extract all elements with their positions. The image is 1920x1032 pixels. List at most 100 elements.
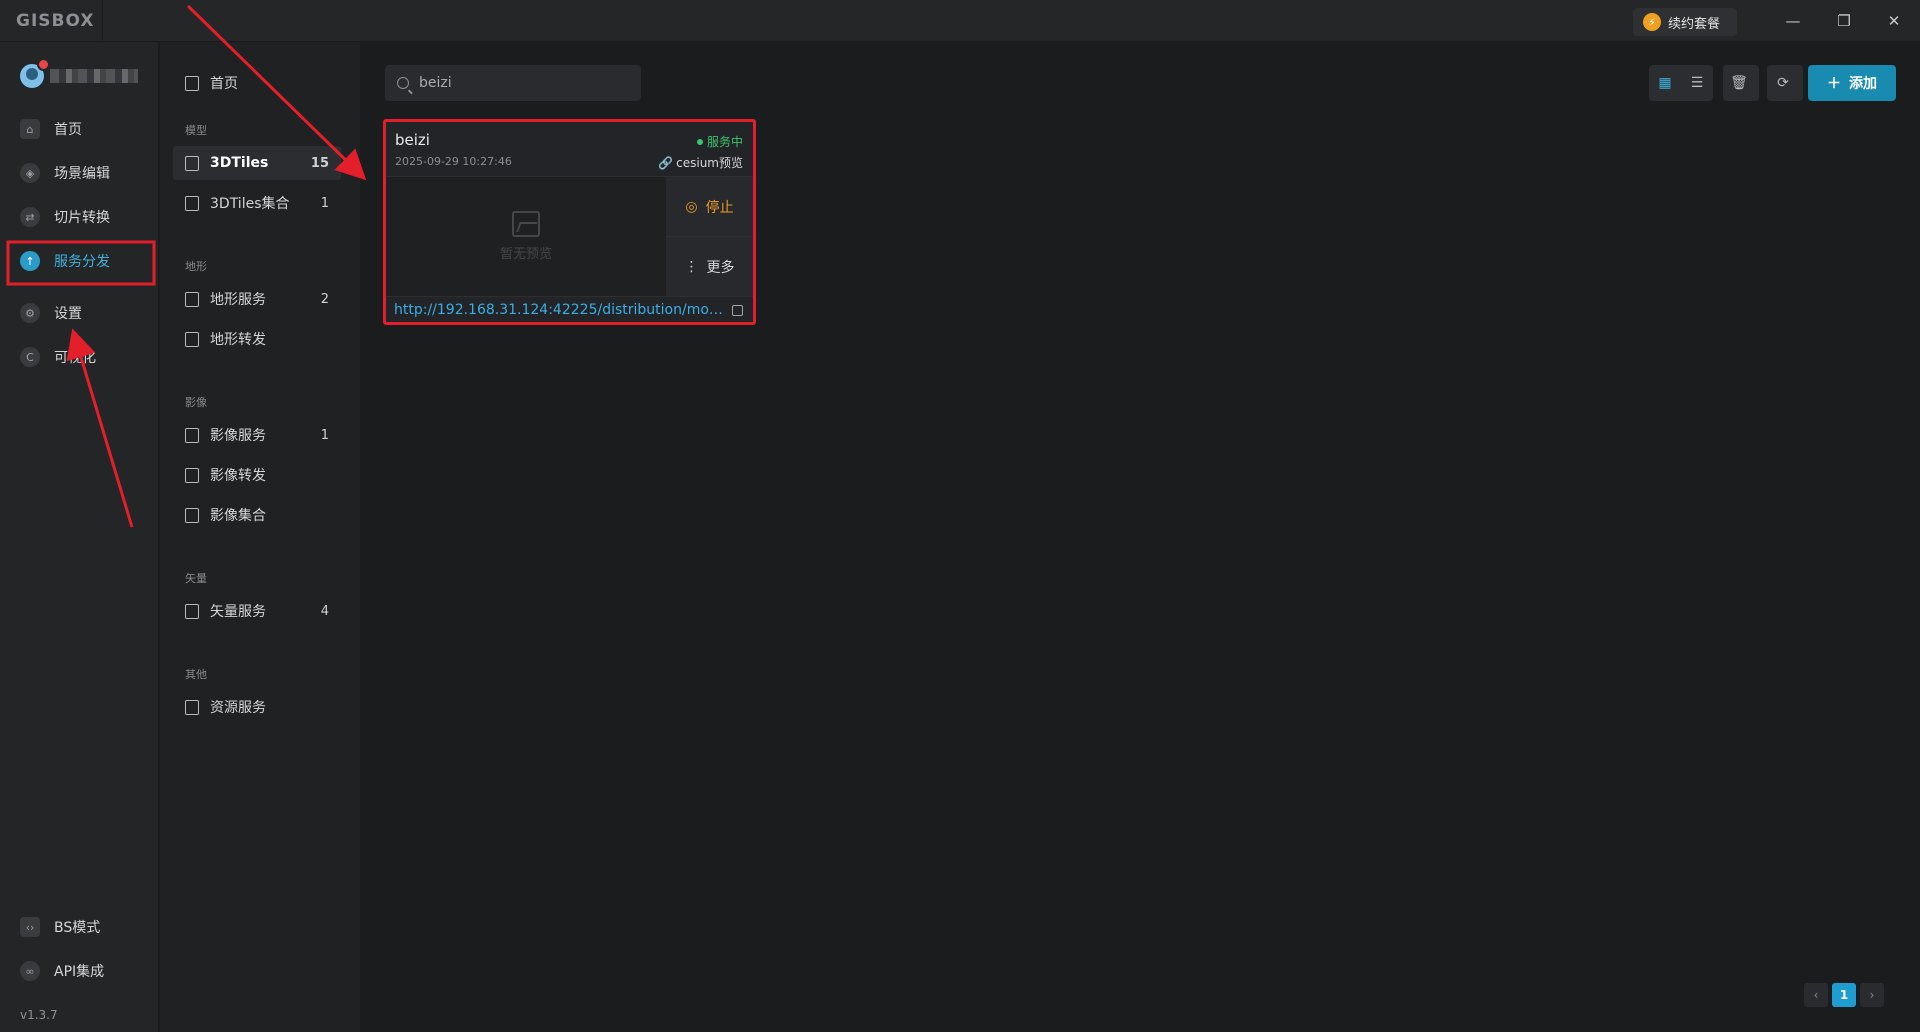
trash-icon: 🗑 [1730,75,1748,91]
avatar[interactable] [20,58,50,88]
cesium-preview-link[interactable]: 🔗 cesium预览 [658,154,743,171]
more-label: 更多 [706,260,735,276]
title-bar: GISBOX ⚡ 续约套餐 — ❐ ✕ [0,0,1920,42]
next-page-icon[interactable]: › [1860,983,1884,1007]
nav-item-label: API集成 [54,964,105,980]
link-icon: ∞ [20,961,40,981]
sub-item-imagery-forward[interactable]: 影像转发 [173,458,341,492]
card-title: beizi [395,131,430,149]
sub-item-label: 影像集合 [210,508,266,524]
sub-item-label: 地形转发 [210,332,266,348]
group-title-terrain: 地形 [185,260,207,273]
nav-item-label: 设置 [54,306,82,322]
sub-item-label: 矢量服务 [210,604,266,620]
refresh-button[interactable]: ⟳ [1767,65,1803,101]
link-icon: 🔗 [658,155,674,170]
nav-item-label: 场景编辑 [54,166,110,182]
app-logo: GISBOX [16,11,95,31]
view-toggle: ▦ ☰ [1649,65,1713,101]
sub-item-imagery-collection[interactable]: 影像集合 [173,498,341,532]
nav-item-label: 服务分发 [54,254,110,270]
nav-item-home[interactable]: ⌂ 首页 [20,114,82,144]
page-number[interactable]: 1 [1832,983,1856,1007]
restore-icon[interactable]: ❐ [1829,8,1859,34]
no-preview-text: 暂无预览 [499,247,552,262]
service-card[interactable]: beizi 服务中 2025-09-29 10:27:46 🔗 cesium预览… [383,119,756,325]
main-nav: ⌂ 首页 ◈ 场景编辑 ⇄ 切片转换 ↑ 服务分发 ⚙ 设置 C 可视化 ‹› … [0,42,159,1032]
stop-label: 停止 [705,199,734,216]
group-title-vector: 矢量 [185,572,207,585]
sub-item-resource-service[interactable]: 资源服务 [173,690,341,724]
nav-item-label: 首页 [54,122,82,138]
sub-item-terrain-forward[interactable]: 地形转发 [173,322,341,356]
home-icon: ⌂ [20,119,40,139]
list-view-icon[interactable]: ☰ [1681,65,1713,101]
prev-page-icon[interactable]: ‹ [1804,983,1828,1007]
renew-plan-button[interactable]: ⚡ 续约套餐 [1633,8,1737,36]
card-actions: ◎ 停止 ⋮ 更多 [666,176,753,296]
sub-item-label: 地形服务 [210,292,266,308]
user-profile[interactable] [20,58,138,88]
terrain-forward-icon [185,331,199,347]
search-input[interactable] [419,75,619,91]
sub-item-vector-service[interactable]: 矢量服务 4 [173,594,341,628]
resource-icon [185,699,199,715]
status-badge: 服务中 [696,133,743,150]
card-thumbnail: 暂无预览 [386,176,666,296]
logo-divider [102,0,103,42]
search-box[interactable] [385,65,641,101]
stop-icon: ◎ [685,198,698,215]
add-button[interactable]: ＋ 添加 [1808,65,1896,101]
imagery-collection-icon [185,507,199,523]
code-icon: ‹› [20,917,40,937]
copy-icon[interactable] [732,305,743,316]
item-count: 1 [320,427,329,443]
sub-item-label: 首页 [210,76,238,92]
delete-button[interactable]: 🗑 [1723,65,1759,101]
document-icon [185,195,199,211]
item-count: 4 [320,603,329,619]
status-text: 服务中 [706,135,743,149]
username-redacted [50,69,138,83]
sub-item-label: 影像转发 [210,468,266,484]
document-icon [185,155,199,171]
stop-button[interactable]: ◎ 停止 [666,177,753,237]
group-title-model: 模型 [185,124,207,137]
nav-item-settings[interactable]: ⚙ 设置 [20,298,82,328]
notification-badge [37,58,50,71]
nav-item-bs-mode[interactable]: ‹› BS模式 [20,912,100,942]
sub-item-3dtiles-collection[interactable]: 3DTiles集合 1 [173,186,341,220]
nav-item-tile-convert[interactable]: ⇄ 切片转换 [20,202,110,232]
item-count: 2 [320,291,329,307]
nav-item-scene-edit[interactable]: ◈ 场景编辑 [20,158,110,188]
vector-icon [185,603,199,619]
minimize-icon[interactable]: — [1778,8,1808,34]
image-placeholder-icon [512,211,540,237]
cube-icon: ◈ [20,163,40,183]
service-url-row: http://192.168.31.124:42225/distribution… [386,296,753,322]
sub-item-terrain-service[interactable]: 地形服务 2 [173,282,341,316]
more-button[interactable]: ⋮ 更多 [666,237,753,297]
nav-item-label: 可视化 [54,350,96,366]
more-icon: ⋮ [684,259,699,275]
imagery-forward-icon [185,467,199,483]
home-icon [185,75,199,91]
sub-item-label: 3DTiles [210,155,269,171]
group-title-other: 其他 [185,668,207,681]
item-count: 1 [320,195,329,211]
sub-item-3dtiles[interactable]: 3DTiles 15 [173,146,341,180]
service-url-link[interactable]: http://192.168.31.124:42225/distribution… [394,302,724,318]
status-dot-icon [696,138,703,145]
nav-item-visualization[interactable]: C 可视化 [20,342,96,372]
close-icon[interactable]: ✕ [1879,8,1909,34]
sub-item-imagery-service[interactable]: 影像服务 1 [173,418,341,452]
sub-item-label: 资源服务 [210,700,266,716]
nav-item-api[interactable]: ∞ API集成 [20,956,104,986]
sub-item-home[interactable]: 首页 [173,66,341,100]
item-count: 15 [310,155,329,171]
sub-item-label: 影像服务 [210,428,266,444]
nav-item-service-distribution[interactable]: ↑ 服务分发 [20,246,110,276]
card-date: 2025-09-29 10:27:46 [395,155,512,168]
grid-view-icon[interactable]: ▦ [1649,65,1681,101]
preview-label: cesium预览 [676,156,743,170]
